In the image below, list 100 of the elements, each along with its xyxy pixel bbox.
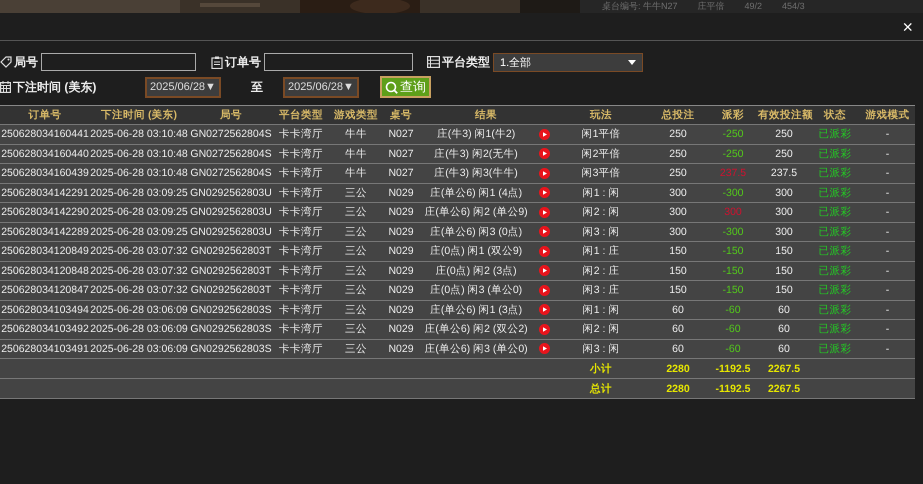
bet-status: 已派彩 — [818, 264, 852, 278]
game-type: 三公 — [344, 264, 368, 278]
search-icon — [384, 80, 398, 94]
column-header: 桌号 — [389, 108, 413, 122]
game-mode: - — [884, 323, 890, 336]
game-type: 牛牛 — [344, 127, 368, 142]
platform-name: 卡卡湾厅 — [278, 342, 324, 356]
play-icon[interactable] — [538, 226, 550, 238]
valid-bet: 60 — [777, 304, 791, 316]
bet-amount: 300 — [668, 206, 688, 218]
result-text: 庄(单公6) 闲2 (单公9) — [423, 205, 529, 220]
column-header: 游戏模式 — [864, 108, 910, 122]
column-header: 平台类型 — [278, 108, 324, 122]
bet-amount: 60 — [671, 304, 685, 316]
table-number: N029 — [387, 323, 415, 336]
tag-icon — [0, 56, 12, 68]
play-icon[interactable] — [538, 343, 550, 354]
play-icon[interactable] — [538, 128, 550, 140]
round-label: 局号 — [14, 54, 38, 70]
game-type: 牛牛 — [344, 146, 368, 161]
game-mode: - — [884, 186, 890, 199]
platform-name: 卡卡湾厅 — [278, 264, 324, 278]
bet-option: 闲3平倍 — [554, 166, 648, 180]
bet-option: 闲2平倍 — [554, 146, 648, 161]
round-id: GN0292562803U — [189, 186, 273, 199]
platform-name: 卡卡湾厅 — [278, 166, 324, 180]
play-icon[interactable] — [538, 304, 550, 316]
round-id: GN0272562804S — [189, 128, 273, 140]
column-header: 总投注 — [660, 108, 696, 122]
bet-status: 已派彩 — [818, 244, 852, 258]
payout-amount: -150 — [721, 284, 744, 296]
table-number: N029 — [387, 226, 415, 238]
bet-time: 2025-06-28 03:10:48 — [90, 167, 188, 180]
backdrop-text: 庄平倍 — [698, 0, 725, 13]
table-number: N029 — [387, 186, 415, 199]
table-number: N029 — [387, 206, 415, 218]
play-icon[interactable] — [538, 187, 550, 198]
backdrop-text: 桌台编号: 牛牛N27 — [602, 0, 678, 13]
bet-option: 闲2 : 闲 — [554, 322, 648, 336]
bet-amount: 300 — [668, 186, 688, 199]
result-text: 庄(单公6) 闲2 (双公2) — [423, 322, 529, 336]
order-number: 250628034120847 — [0, 284, 90, 296]
game-mode: - — [884, 226, 890, 238]
game-type: 三公 — [344, 244, 368, 258]
platform-name: 卡卡湾厅 — [278, 322, 324, 336]
valid-bet: 300 — [774, 226, 794, 238]
bet-status: 已派彩 — [818, 342, 852, 356]
column-header: 订单号 — [27, 108, 62, 122]
payout-amount: -150 — [721, 245, 744, 258]
time-label: 下注时间 (美东) — [13, 78, 96, 96]
payout-amount: -60 — [724, 342, 742, 355]
play-icon[interactable] — [538, 246, 550, 257]
table-number: N029 — [387, 342, 415, 355]
round-input[interactable] — [41, 53, 196, 71]
game-type: 三公 — [344, 322, 368, 336]
game-mode: - — [884, 128, 890, 140]
play-icon[interactable] — [538, 324, 550, 335]
valid-bet: 150 — [774, 264, 794, 277]
column-header: 局号 — [219, 108, 243, 122]
order-number: 250628034142290 — [0, 206, 90, 218]
bet-time: 2025-06-28 03:07:32 — [90, 284, 188, 296]
round-id: GN0292562803T — [190, 264, 272, 277]
bet-time: 2025-06-28 03:09:25 — [90, 186, 188, 199]
table-number: N029 — [387, 245, 415, 258]
bet-time: 2025-06-28 03:07:32 — [90, 245, 188, 258]
game-type: 三公 — [344, 283, 368, 298]
bet-status: 已派彩 — [818, 302, 852, 317]
game-type: 三公 — [344, 224, 368, 239]
order-number: 250628034103494 — [0, 304, 90, 316]
play-icon[interactable] — [538, 265, 550, 276]
total-bet: 2280 — [665, 382, 691, 394]
game-type: 三公 — [344, 302, 368, 317]
calendar-icon — [0, 81, 11, 93]
round-id: GN0272562804S — [189, 167, 273, 180]
bet-status: 已派彩 — [818, 224, 852, 239]
platform-name: 卡卡湾厅 — [278, 302, 324, 317]
game-mode: - — [884, 284, 890, 296]
date-picker[interactable]: 2025/06/28▼ — [282, 76, 359, 98]
platform-select[interactable]: 1.全部 — [493, 52, 643, 72]
order-input[interactable] — [264, 53, 413, 71]
round-id: GN0292562803S — [189, 304, 273, 316]
close-button[interactable]: × — [900, 18, 915, 36]
table-number: N029 — [387, 264, 415, 277]
play-icon[interactable] — [538, 148, 550, 160]
payout-amount: -300 — [721, 226, 744, 238]
game-type: 三公 — [344, 342, 368, 356]
play-icon[interactable] — [538, 206, 550, 218]
column-header: 玩法 — [588, 108, 613, 122]
platform-name: 卡卡湾厅 — [278, 283, 324, 298]
game-mode: - — [884, 167, 890, 180]
date-picker[interactable]: 2025/06/28▼ — [145, 76, 221, 98]
play-icon[interactable] — [538, 284, 550, 296]
order-number: 250628034120848 — [0, 264, 90, 277]
play-icon[interactable] — [538, 168, 550, 179]
column-header: 结果 — [474, 108, 498, 122]
order-number: 250628034103492 — [0, 323, 90, 336]
payout-amount: -60 — [724, 304, 742, 316]
bet-amount: 250 — [668, 167, 688, 180]
valid-bet: 150 — [774, 245, 794, 258]
order-number: 250628034160441 — [0, 128, 90, 140]
